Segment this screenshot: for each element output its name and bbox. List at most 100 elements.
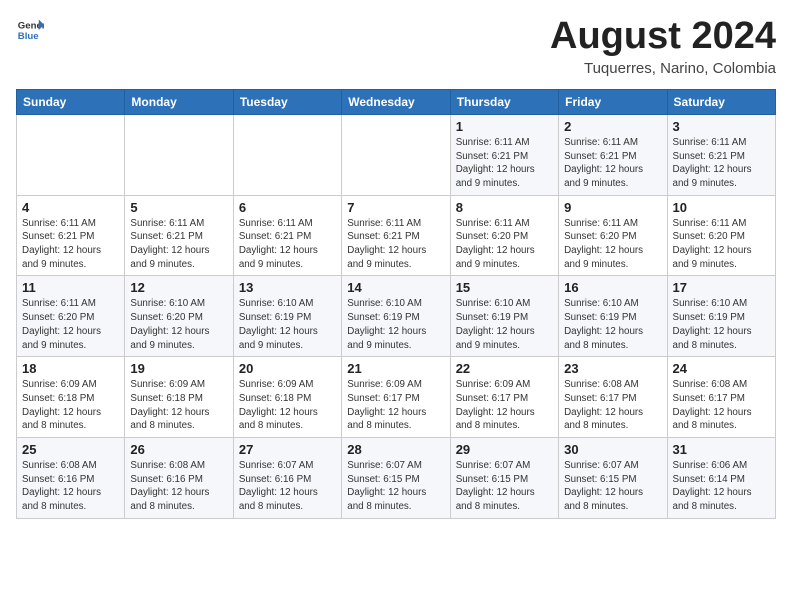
day-info: Sunrise: 6:08 AM Sunset: 6:16 PM Dayligh… [130,459,227,514]
day-number: 11 [22,280,119,295]
day-number: 15 [456,280,553,295]
calendar-cell: 20 Sunrise: 6:09 AM Sunset: 6:18 PM Dayli… [233,357,341,438]
day-info: Sunrise: 6:10 AM Sunset: 6:19 PM Dayligh… [347,297,444,352]
day-number: 29 [456,442,553,457]
calendar-cell: 21 Sunrise: 6:09 AM Sunset: 6:17 PM Dayli… [342,357,450,438]
calendar-cell: 9 Sunrise: 6:11 AM Sunset: 6:20 PM Daylig… [559,195,667,276]
weekday-header-sunday: Sunday [17,89,125,114]
day-number: 23 [564,361,661,376]
calendar-cell [233,114,341,195]
calendar-title: August 2024 [550,16,776,58]
weekday-header-row: SundayMondayTuesdayWednesdayThursdayFrid… [17,89,776,114]
day-info: Sunrise: 6:08 AM Sunset: 6:17 PM Dayligh… [564,378,661,433]
day-info: Sunrise: 6:11 AM Sunset: 6:21 PM Dayligh… [564,136,661,191]
day-number: 25 [22,442,119,457]
calendar-cell: 27Sunrise: 6:07 AM Sunset: 6:16 PM Dayli… [233,438,341,519]
day-info: Sunrise: 6:11 AM Sunset: 6:21 PM Dayligh… [22,217,119,272]
day-number: 24 [673,361,770,376]
day-info: Sunrise: 6:09 AM Sunset: 6:17 PM Dayligh… [456,378,553,433]
calendar-cell: 29 Sunrise: 6:07 AM Sunset: 6:15 PM Dayli… [450,438,558,519]
week-row-1: 1 Sunrise: 6:11 AM Sunset: 6:21 PM Daylig… [17,114,776,195]
calendar-cell: 19 Sunrise: 6:09 AM Sunset: 6:18 PM Dayli… [125,357,233,438]
day-number: 7 [347,200,444,215]
day-info: Sunrise: 6:11 AM Sunset: 6:20 PM Dayligh… [22,297,119,352]
day-number: 8 [456,200,553,215]
day-info: Sunrise: 6:09 AM Sunset: 6:18 PM Dayligh… [130,378,227,433]
calendar-cell: 24 Sunrise: 6:08 AM Sunset: 6:17 PM Dayli… [667,357,775,438]
weekday-header-saturday: Saturday [667,89,775,114]
day-info: Sunrise: 6:11 AM Sunset: 6:21 PM Dayligh… [130,217,227,272]
day-number: 3 [673,119,770,134]
day-number: 22 [456,361,553,376]
week-row-2: 4 Sunrise: 6:11 AM Sunset: 6:21 PM Daylig… [17,195,776,276]
calendar-cell: 26 Sunrise: 6:08 AM Sunset: 6:16 PM Dayli… [125,438,233,519]
calendar-cell: 18 Sunrise: 6:09 AM Sunset: 6:18 PM Dayli… [17,357,125,438]
weekday-header-wednesday: Wednesday [342,89,450,114]
day-number: 4 [22,200,119,215]
calendar-table: SundayMondayTuesdayWednesdayThursdayFrid… [16,89,776,519]
day-info: Sunrise: 6:08 AM Sunset: 6:17 PM Dayligh… [673,378,770,433]
calendar-cell: 16 Sunrise: 6:10 AM Sunset: 6:19 PM Dayli… [559,276,667,357]
day-number: 31 [673,442,770,457]
day-info: Sunrise: 6:07 AM Sunset: 6:15 PM Dayligh… [564,459,661,514]
calendar-cell [17,114,125,195]
logo: General Blue [16,16,44,44]
day-info: Sunrise: 6:11 AM Sunset: 6:21 PM Dayligh… [456,136,553,191]
calendar-cell: 30 Sunrise: 6:07 AM Sunset: 6:15 PM Dayli… [559,438,667,519]
day-number: 10 [673,200,770,215]
day-number: 20 [239,361,336,376]
calendar-subtitle: Tuquerres, Narino, Colombia [550,60,776,77]
calendar-cell: 31Sunrise: 6:06 AM Sunset: 6:14 PM Dayli… [667,438,775,519]
calendar-cell [342,114,450,195]
logo-icon: General Blue [16,16,44,44]
day-info: Sunrise: 6:10 AM Sunset: 6:19 PM Dayligh… [239,297,336,352]
calendar-cell: 22 Sunrise: 6:09 AM Sunset: 6:17 PM Dayli… [450,357,558,438]
calendar-cell: 12Sunrise: 6:10 AM Sunset: 6:20 PM Dayli… [125,276,233,357]
day-info: Sunrise: 6:09 AM Sunset: 6:17 PM Dayligh… [347,378,444,433]
day-info: Sunrise: 6:11 AM Sunset: 6:20 PM Dayligh… [673,217,770,272]
day-info: Sunrise: 6:07 AM Sunset: 6:15 PM Dayligh… [347,459,444,514]
day-info: Sunrise: 6:07 AM Sunset: 6:15 PM Dayligh… [456,459,553,514]
day-info: Sunrise: 6:10 AM Sunset: 6:19 PM Dayligh… [456,297,553,352]
day-number: 26 [130,442,227,457]
calendar-cell: 2Sunrise: 6:11 AM Sunset: 6:21 PM Daylig… [559,114,667,195]
day-info: Sunrise: 6:10 AM Sunset: 6:19 PM Dayligh… [564,297,661,352]
day-number: 1 [456,119,553,134]
day-number: 21 [347,361,444,376]
calendar-cell [125,114,233,195]
day-info: Sunrise: 6:10 AM Sunset: 6:19 PM Dayligh… [673,297,770,352]
calendar-cell: 8Sunrise: 6:11 AM Sunset: 6:20 PM Daylig… [450,195,558,276]
weekday-header-thursday: Thursday [450,89,558,114]
calendar-cell: 23 Sunrise: 6:08 AM Sunset: 6:17 PM Dayli… [559,357,667,438]
day-info: Sunrise: 6:11 AM Sunset: 6:20 PM Dayligh… [564,217,661,272]
day-number: 17 [673,280,770,295]
day-info: Sunrise: 6:11 AM Sunset: 6:21 PM Dayligh… [673,136,770,191]
title-area: August 2024 Tuquerres, Narino, Colombia [550,16,776,77]
day-info: Sunrise: 6:08 AM Sunset: 6:16 PM Dayligh… [22,459,119,514]
calendar-cell: 3 Sunrise: 6:11 AM Sunset: 6:21 PM Daylig… [667,114,775,195]
week-row-5: 25 Sunrise: 6:08 AM Sunset: 6:16 PM Dayli… [17,438,776,519]
calendar-cell: 7Sunrise: 6:11 AM Sunset: 6:21 PM Daylig… [342,195,450,276]
day-number: 9 [564,200,661,215]
day-number: 30 [564,442,661,457]
day-number: 13 [239,280,336,295]
day-number: 18 [22,361,119,376]
calendar-cell: 10 Sunrise: 6:11 AM Sunset: 6:20 PM Dayli… [667,195,775,276]
day-number: 5 [130,200,227,215]
calendar-cell: 17 Sunrise: 6:10 AM Sunset: 6:19 PM Dayli… [667,276,775,357]
calendar-cell: 13 Sunrise: 6:10 AM Sunset: 6:19 PM Dayli… [233,276,341,357]
day-info: Sunrise: 6:07 AM Sunset: 6:16 PM Dayligh… [239,459,336,514]
calendar-cell: 4 Sunrise: 6:11 AM Sunset: 6:21 PM Daylig… [17,195,125,276]
day-number: 12 [130,280,227,295]
header: General Blue August 2024 Tuquerres, Nari… [16,16,776,77]
day-info: Sunrise: 6:09 AM Sunset: 6:18 PM Dayligh… [239,378,336,433]
day-number: 19 [130,361,227,376]
day-info: Sunrise: 6:09 AM Sunset: 6:18 PM Dayligh… [22,378,119,433]
weekday-header-friday: Friday [559,89,667,114]
calendar-cell: 5 Sunrise: 6:11 AM Sunset: 6:21 PM Daylig… [125,195,233,276]
calendar-cell: 1 Sunrise: 6:11 AM Sunset: 6:21 PM Daylig… [450,114,558,195]
day-number: 16 [564,280,661,295]
calendar-cell: 25 Sunrise: 6:08 AM Sunset: 6:16 PM Dayli… [17,438,125,519]
week-row-4: 18 Sunrise: 6:09 AM Sunset: 6:18 PM Dayli… [17,357,776,438]
weekday-header-monday: Monday [125,89,233,114]
